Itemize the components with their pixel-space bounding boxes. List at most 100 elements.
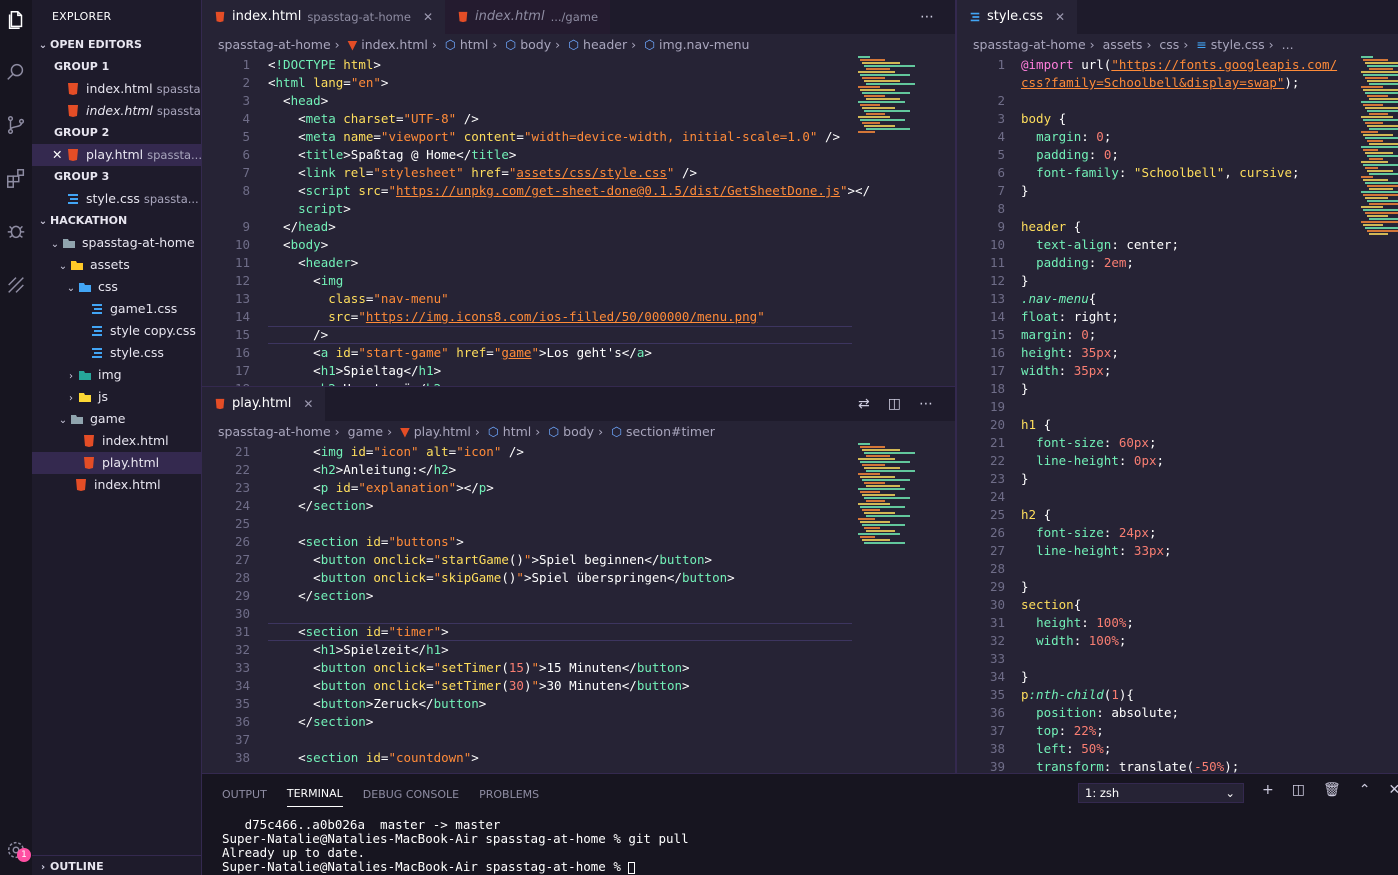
minimap-line: [860, 521, 890, 523]
breadcrumb-item[interactable]: html: [503, 424, 531, 439]
code-line: .nav-menu{: [1021, 291, 1097, 306]
code-editor-index-html[interactable]: 1 <!DOCTYPE html> 2 <html lang="en"> 3 <head…: [202, 56, 956, 386]
close-icon[interactable]: ✕: [423, 0, 433, 34]
tab-terminal[interactable]: TERMINAL: [286, 787, 343, 807]
tab-style-css[interactable]: style.css ✕: [957, 0, 1078, 34]
breadcrumb-item[interactable]: spasstag-at-home: [218, 37, 331, 52]
breadcrumb-item[interactable]: css: [1159, 37, 1179, 52]
more-actions-icon[interactable]: ⋯: [920, 9, 934, 25]
terminal-output[interactable]: d75c466..a0b026a master -> master Super-N…: [222, 818, 689, 874]
tab-index-html[interactable]: index.html spasstag-at-home ✕: [202, 0, 446, 34]
breadcrumb-item[interactable]: section#timer: [626, 424, 715, 439]
minimap-line: [862, 77, 885, 79]
open-editor-index-html-game[interactable]: index.htmlspassta...: [32, 100, 201, 122]
search-icon[interactable]: [0, 52, 32, 92]
breadcrumb-item[interactable]: spasstag-at-home: [218, 424, 331, 439]
code-editor-style-css[interactable]: 1 @import url("https://fonts.googleapis.c…: [957, 56, 1398, 773]
line-number: 20: [989, 417, 1005, 432]
trash-icon[interactable]: 🗑: [1323, 782, 1341, 798]
settings-gear-icon[interactable]: 1: [0, 830, 32, 870]
open-editor-play-html[interactable]: ✕ play.html spassta...: [32, 144, 201, 166]
minimap[interactable]: [858, 56, 918, 138]
code-line: body {: [1021, 111, 1067, 126]
tree-file-game-index-html[interactable]: index.html: [32, 430, 201, 452]
breadcrumb-item[interactable]: img.nav-menu: [659, 37, 749, 52]
minimap-line: [864, 95, 885, 97]
workspace-header[interactable]: ⌄ HACKATHON: [32, 210, 201, 232]
minimap-line: [1365, 92, 1398, 94]
code-line: <button onclick="setTimer(15)">15 Minute…: [268, 660, 690, 675]
more-actions-icon[interactable]: ⋯: [919, 396, 933, 412]
minimap[interactable]: [858, 443, 918, 549]
line-number: 9: [997, 219, 1005, 234]
explorer-icon[interactable]: [0, 0, 32, 40]
tab-debug-console[interactable]: DEBUG CONSOLE: [363, 788, 459, 801]
source-control-icon[interactable]: [0, 105, 32, 145]
code-line: <button>Zeruck</button>: [268, 696, 487, 711]
split-editor-icon[interactable]: ◫: [888, 396, 901, 412]
tree-folder-game[interactable]: ⌄ game: [32, 408, 201, 430]
minimap-line: [858, 443, 870, 445]
close-panel-icon[interactable]: ✕: [1388, 782, 1398, 798]
breadcrumb-item[interactable]: play.html: [414, 424, 471, 439]
line-number: 11: [234, 255, 250, 270]
close-icon[interactable]: ✕: [52, 144, 66, 166]
minimap-line: [864, 110, 910, 112]
open-editor-index-html[interactable]: index.htmlspassta...: [32, 78, 201, 100]
line-number: 4: [242, 111, 250, 126]
breadcrumb-item[interactable]: header: [583, 37, 627, 52]
tree-folder-css[interactable]: ⌄ css: [32, 276, 201, 298]
tree-folder-js[interactable]: › js: [32, 386, 201, 408]
line-number: 37: [989, 723, 1005, 738]
breadcrumb-item[interactable]: assets: [1103, 37, 1143, 52]
debug-icon[interactable]: [0, 210, 32, 250]
extensions-icon[interactable]: [0, 158, 32, 198]
terminal-select[interactable]: 1: zsh ⌄: [1078, 783, 1244, 803]
tab-output[interactable]: OUTPUT: [222, 788, 267, 801]
minimap-line: [1363, 164, 1398, 166]
tab-problems[interactable]: PROBLEMS: [479, 788, 539, 801]
breadcrumb-item[interactable]: spasstag-at-home: [973, 37, 1086, 52]
line-number: 16: [234, 345, 250, 360]
tree-file-game1-css[interactable]: game1.css: [32, 298, 201, 320]
breadcrumb-item[interactable]: body: [563, 424, 594, 439]
remote-explorer-icon[interactable]: [0, 265, 32, 305]
tab-play-html[interactable]: play.html ✕: [202, 387, 326, 421]
tree-file-style-css[interactable]: style.css: [32, 342, 201, 364]
breadcrumb-item[interactable]: body: [520, 37, 551, 52]
line-number: 14: [234, 309, 250, 324]
line-number: 1: [997, 57, 1005, 72]
breadcrumb-item[interactable]: game: [348, 424, 383, 439]
tree-folder-assets[interactable]: ⌄ assets: [32, 254, 201, 276]
split-terminal-icon[interactable]: ◫: [1292, 782, 1305, 798]
add-terminal-icon[interactable]: +: [1262, 782, 1274, 798]
maximize-panel-icon[interactable]: ⌃: [1359, 782, 1371, 798]
line-number: 18: [989, 381, 1005, 396]
tree-folder-img[interactable]: › img: [32, 364, 201, 386]
breadcrumb-item[interactable]: index.html: [361, 37, 428, 52]
minimap-line: [862, 464, 885, 466]
code-line: font-size: 24px;: [1036, 525, 1157, 540]
code-line: <img id="icon" alt="icon" />: [268, 444, 524, 459]
tree-folder-root[interactable]: ⌄ spasstag-at-home: [32, 232, 201, 254]
minimap[interactable]: [1361, 56, 1398, 240]
tree-file-play-html[interactable]: play.html: [32, 452, 201, 474]
line-number: 21: [234, 444, 250, 459]
breadcrumb-item[interactable]: html: [460, 37, 488, 52]
code-line: <section id="countdown">: [268, 750, 479, 765]
tree-file-index-html[interactable]: index.html: [32, 474, 201, 496]
open-editors-header[interactable]: ⌄ OPEN EDITORS: [32, 34, 201, 56]
tab-index-html-game[interactable]: index.html .../game: [445, 0, 611, 34]
breadcrumb-item[interactable]: style.css: [1211, 37, 1265, 52]
breadcrumb-item[interactable]: ...: [1282, 37, 1294, 52]
outline-header[interactable]: › OUTLINE: [32, 855, 201, 875]
line-number: 3: [242, 93, 250, 108]
line-number: 24: [989, 489, 1005, 504]
open-editor-style-css[interactable]: style.css spassta...: [32, 188, 201, 210]
tree-file-style-copy-css[interactable]: style copy.css: [32, 320, 201, 342]
compare-icon[interactable]: ⇄: [858, 396, 870, 412]
code-editor-play-html[interactable]: 21 <img id="icon" alt="icon" /> 22 <h2>An…: [202, 443, 956, 773]
close-icon[interactable]: ✕: [1055, 0, 1065, 34]
code-line: }: [1021, 471, 1029, 486]
close-icon[interactable]: ✕: [303, 387, 313, 421]
